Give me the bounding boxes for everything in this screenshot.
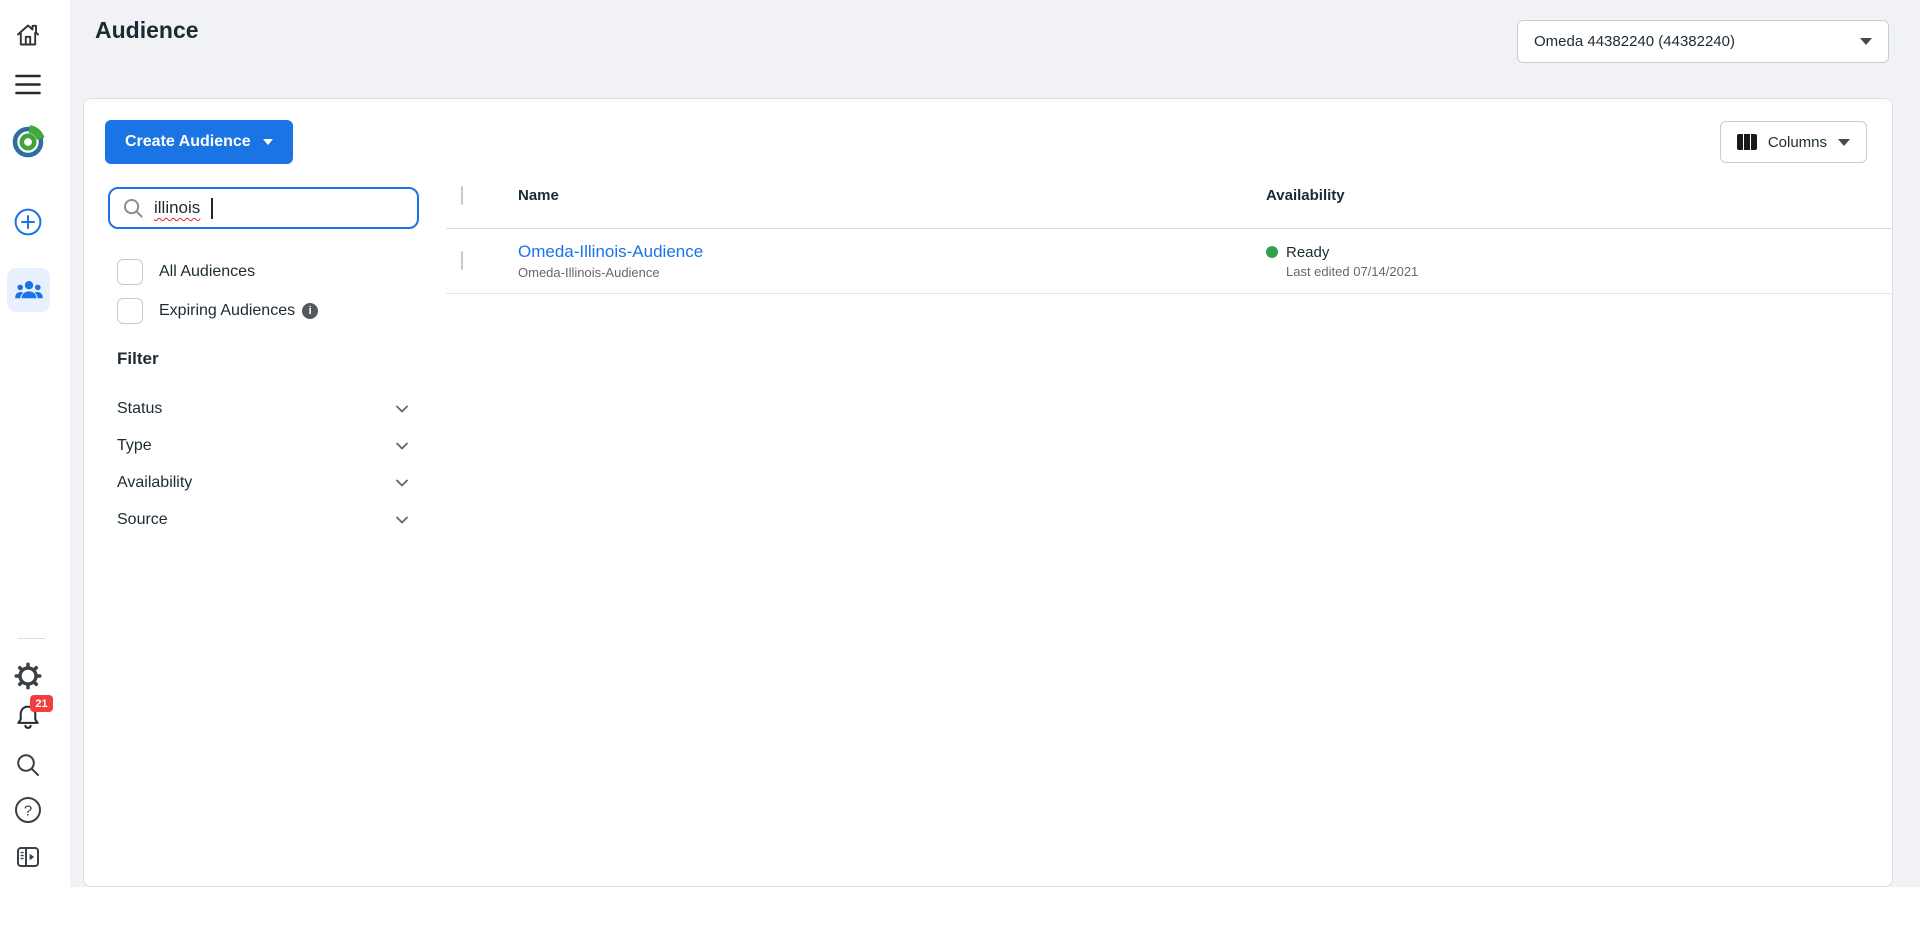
account-selector-dropdown[interactable]: Omeda 44382240 (44382240)	[1517, 20, 1889, 63]
filter-section-label: Source	[117, 511, 168, 529]
panel-expand-icon[interactable]	[14, 843, 42, 871]
chevron-down-icon	[394, 401, 410, 417]
text-cursor	[211, 198, 213, 219]
columns-button[interactable]: Columns	[1720, 121, 1867, 163]
availability-status: Ready	[1286, 244, 1329, 261]
all-audiences-checkbox[interactable]	[117, 259, 143, 285]
expiring-audiences-label: Expiring Audiences	[159, 302, 295, 320]
all-audiences-label: All Audiences	[159, 263, 255, 281]
filter-section-label: Type	[117, 437, 152, 455]
column-header-availability: Availability	[1266, 187, 1893, 204]
audience-table: Name Availability Omeda-Illinois-Audienc…	[446, 163, 1893, 294]
chevron-down-icon	[263, 139, 273, 145]
filter-section-label: Status	[117, 400, 162, 418]
audience-subtitle: Omeda-Illinois-Audience	[518, 265, 1266, 280]
chevron-down-icon	[394, 475, 410, 491]
add-icon[interactable]	[14, 208, 42, 236]
table-row: Omeda-Illinois-Audience Omeda-Illinois-A…	[446, 229, 1893, 294]
rail-divider	[18, 638, 45, 639]
chevron-down-icon	[394, 512, 410, 528]
help-icon[interactable]: ?	[14, 796, 42, 824]
page-title: Audience	[95, 17, 199, 44]
left-nav-rail: 21 ?	[0, 0, 70, 887]
columns-icon	[1737, 134, 1757, 150]
column-header-name: Name	[518, 187, 1266, 204]
last-edited-text: Last edited 07/14/2021	[1286, 264, 1893, 279]
filter-heading: Filter	[117, 349, 159, 369]
audience-search-input[interactable]: illinois	[108, 187, 419, 229]
notification-count-badge[interactable]: 21	[30, 695, 53, 712]
settings-gear-icon[interactable]	[13, 661, 43, 691]
filter-section-source[interactable]: Source	[117, 501, 410, 538]
row-checkbox[interactable]	[461, 251, 463, 270]
expiring-audiences-row: Expiring Audiences i	[117, 298, 318, 324]
status-dot-ready	[1266, 246, 1278, 258]
account-selector-value: Omeda 44382240 (44382240)	[1534, 33, 1735, 50]
audiences-nav-icon[interactable]	[7, 268, 50, 312]
search-nav-icon[interactable]	[14, 751, 42, 779]
audience-card: Create Audience Columns illinois All Aud…	[83, 98, 1893, 887]
info-icon[interactable]: i	[302, 303, 318, 319]
create-audience-button[interactable]: Create Audience	[105, 120, 293, 164]
app-root: 21 ?	[0, 0, 1920, 887]
app-logo[interactable]	[10, 124, 46, 160]
select-all-checkbox[interactable]	[461, 186, 463, 205]
chevron-down-icon	[1860, 38, 1872, 45]
search-input-value: illinois	[154, 198, 200, 218]
svg-text:?: ?	[24, 803, 32, 820]
expiring-audiences-checkbox[interactable]	[117, 298, 143, 324]
home-icon[interactable]	[14, 21, 42, 49]
create-audience-label: Create Audience	[125, 133, 251, 151]
menu-icon[interactable]	[15, 73, 41, 97]
filter-section-status[interactable]: Status	[117, 390, 410, 427]
audience-name-link[interactable]: Omeda-Illinois-Audience	[518, 242, 703, 261]
chevron-down-icon	[394, 438, 410, 454]
filter-section-type[interactable]: Type	[117, 427, 410, 464]
filter-section-label: Availability	[117, 474, 192, 492]
search-icon	[122, 197, 144, 219]
chevron-down-icon	[1838, 139, 1850, 146]
columns-label: Columns	[1768, 134, 1827, 151]
filter-sections: Status Type Availability Source	[117, 390, 410, 538]
filter-section-availability[interactable]: Availability	[117, 464, 410, 501]
all-audiences-row: All Audiences	[117, 259, 255, 285]
table-header-row: Name Availability	[446, 163, 1893, 229]
